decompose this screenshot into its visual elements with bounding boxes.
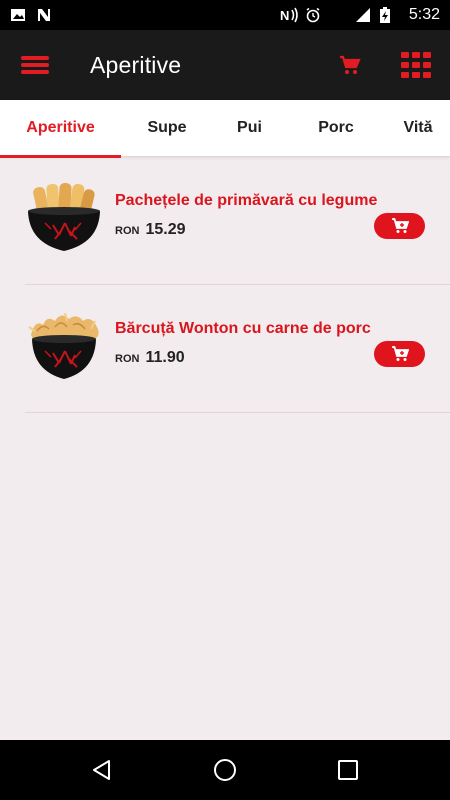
item-name: Bărcuță Wonton cu carne de porc — [115, 320, 371, 337]
wonton-bowl-image — [28, 312, 99, 379]
price-row: RON 11.90 — [115, 349, 185, 367]
list-item[interactable]: Pachețele de primăvară cu legume RON 15.… — [25, 157, 450, 285]
home-icon — [213, 759, 236, 781]
cart-button[interactable] — [330, 48, 370, 82]
recents-button[interactable] — [328, 750, 368, 790]
n-notification-icon — [36, 7, 52, 23]
svg-text:N: N — [280, 8, 289, 23]
status-time: 5:32 — [408, 6, 440, 23]
hamburger-menu-icon — [21, 56, 49, 74]
add-to-cart-button[interactable] — [374, 341, 425, 367]
spring-rolls-bowl-image — [28, 182, 100, 251]
grid-icon — [400, 52, 431, 78]
add-to-cart-icon — [391, 218, 409, 233]
list-item[interactable]: Bărcuță Wonton cu carne de porc RON 11.9… — [25, 285, 450, 413]
app-bar: Aperitive — [0, 30, 450, 100]
add-to-cart-icon — [391, 346, 409, 361]
signal-roaming-icon: R — [355, 7, 371, 23]
svg-text:R: R — [358, 10, 363, 17]
cart-icon — [340, 55, 361, 74]
nfc-icon: N — [280, 7, 298, 23]
back-button[interactable] — [82, 750, 122, 790]
menu-button[interactable] — [0, 30, 70, 100]
alarm-icon — [305, 7, 321, 23]
category-tabs: Aperitive Supe Pui Porc Vită — [0, 100, 450, 158]
recents-icon — [338, 760, 359, 780]
system-nav-bar — [0, 740, 450, 800]
product-list: Pachețele de primăvară cu legume RON 15.… — [0, 157, 450, 413]
tab-porc[interactable]: Porc — [286, 100, 386, 157]
home-button[interactable] — [205, 750, 245, 790]
status-bar: N R 5:32 — [0, 0, 450, 30]
tab-supe[interactable]: Supe — [121, 100, 213, 157]
tab-vita[interactable]: Vită — [386, 100, 450, 157]
price-row: RON 15.29 — [115, 221, 186, 239]
tab-aperitive[interactable]: Aperitive — [0, 100, 121, 158]
add-to-cart-button[interactable] — [374, 213, 425, 239]
image-icon — [10, 7, 26, 23]
back-icon — [92, 760, 110, 780]
item-price: 15.29 — [145, 221, 186, 238]
currency-label: RON — [115, 353, 140, 365]
item-price: 11.90 — [145, 349, 185, 366]
wifi-icon — [329, 7, 346, 23]
currency-label: RON — [115, 225, 140, 237]
grid-view-button[interactable] — [396, 48, 436, 82]
battery-charging-icon — [379, 7, 396, 23]
tab-pui[interactable]: Pui — [213, 100, 286, 157]
item-name: Pachețele de primăvară cu legume — [115, 192, 378, 209]
page-title: Aperitive — [90, 51, 182, 78]
